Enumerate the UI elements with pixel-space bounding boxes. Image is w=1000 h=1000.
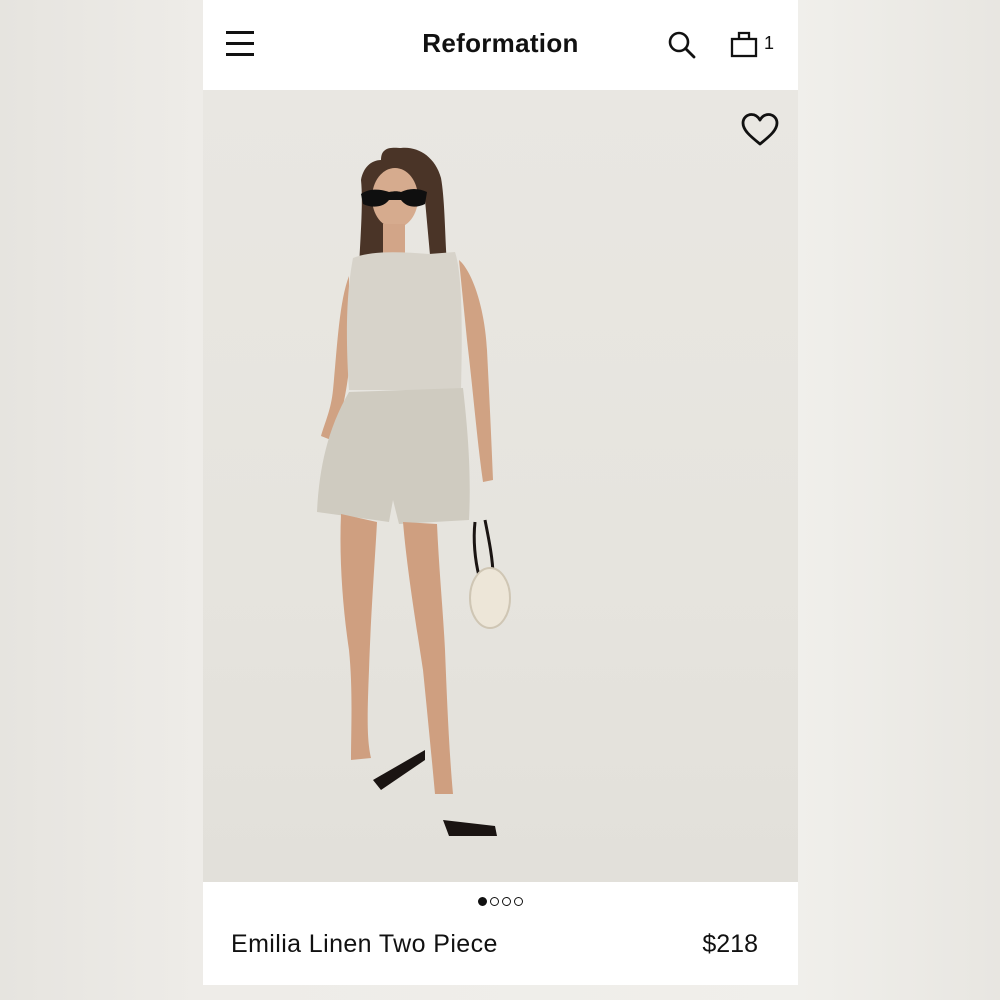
heart-outline-icon xyxy=(741,113,779,146)
search-button[interactable] xyxy=(666,29,698,61)
product-title: Emilia Linen Two Piece xyxy=(231,930,498,958)
cart-button[interactable]: 1 xyxy=(730,29,780,61)
carousel-dot[interactable] xyxy=(514,897,523,906)
product-page: Reformation 1 Emilia Linen Two Piece $21… xyxy=(203,0,798,985)
top-nav-bar: Reformation 1 xyxy=(203,0,798,90)
favorite-button[interactable] xyxy=(740,112,780,148)
carousel-dot[interactable] xyxy=(502,897,511,906)
carousel-dot[interactable] xyxy=(490,897,499,906)
brand-logo[interactable]: Reformation xyxy=(203,28,798,59)
carousel-indicator xyxy=(203,893,798,906)
cart-count-badge: 1 xyxy=(764,33,775,53)
carousel-dot[interactable] xyxy=(478,897,487,906)
shopping-bag-icon xyxy=(730,31,758,58)
product-price: $218 xyxy=(702,930,758,958)
model-photo xyxy=(317,147,511,836)
product-image[interactable] xyxy=(203,90,798,882)
search-icon xyxy=(668,31,696,59)
